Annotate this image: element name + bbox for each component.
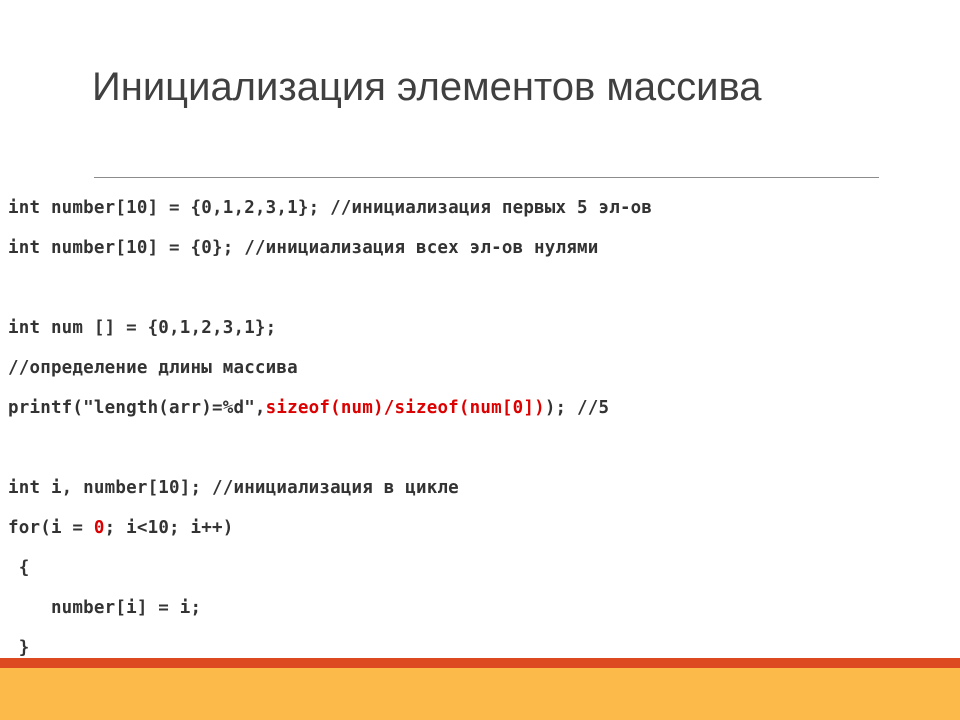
page-title: Инициализация элементов массива: [92, 65, 762, 109]
code-line: int num [] = {0,1,2,3,1};: [8, 308, 952, 348]
code-line: int number[10] = {0}; //инициализация вс…: [8, 228, 952, 268]
code-token: int number[10] = {0,1,2,3,1}; //инициали…: [8, 198, 653, 218]
footer-accent-bar-top: [0, 658, 960, 668]
code-token: ; i<10; i++): [104, 518, 234, 538]
code-token: int num [] = {0,1,2,3,1};: [8, 318, 277, 338]
code-token: number[i] = i;: [8, 598, 202, 618]
code-line: int i, number[10]; //инициализация в цик…: [8, 468, 952, 508]
code-token: for(i =: [8, 518, 94, 538]
code-line: int number[10] = {0,1,2,3,1}; //инициали…: [8, 188, 952, 228]
code-block: int number[10] = {0,1,2,3,1}; //инициали…: [8, 188, 952, 668]
code-token: //определение длины массива: [8, 358, 298, 378]
code-token: {: [8, 558, 30, 578]
code-token: ); //5: [544, 398, 610, 418]
code-token-highlight: 0: [93, 518, 105, 538]
code-token: int number[10] = {0}; //инициализация вс…: [8, 238, 599, 258]
code-line: {: [8, 548, 952, 588]
code-token: }: [8, 638, 30, 658]
code-token-highlight: sizeof(num)/sizeof(num[0]): [265, 398, 545, 418]
code-line: printf("length(arr)=%d",sizeof(num)/size…: [8, 388, 952, 428]
slide: Инициализация элементов массива int numb…: [0, 0, 960, 720]
title-block: Инициализация элементов массива: [92, 64, 882, 111]
footer-accent-bar-bottom: [0, 668, 960, 720]
title-divider: [94, 177, 879, 178]
code-line: //определение длины массива: [8, 348, 952, 388]
code-line: number[i] = i;: [8, 588, 952, 628]
code-line: for(i = 0; i<10; i++): [8, 508, 952, 548]
code-token: int i, number[10]; //инициализация в цик…: [8, 478, 459, 498]
code-token: printf("length(arr)=%d",: [8, 398, 266, 418]
